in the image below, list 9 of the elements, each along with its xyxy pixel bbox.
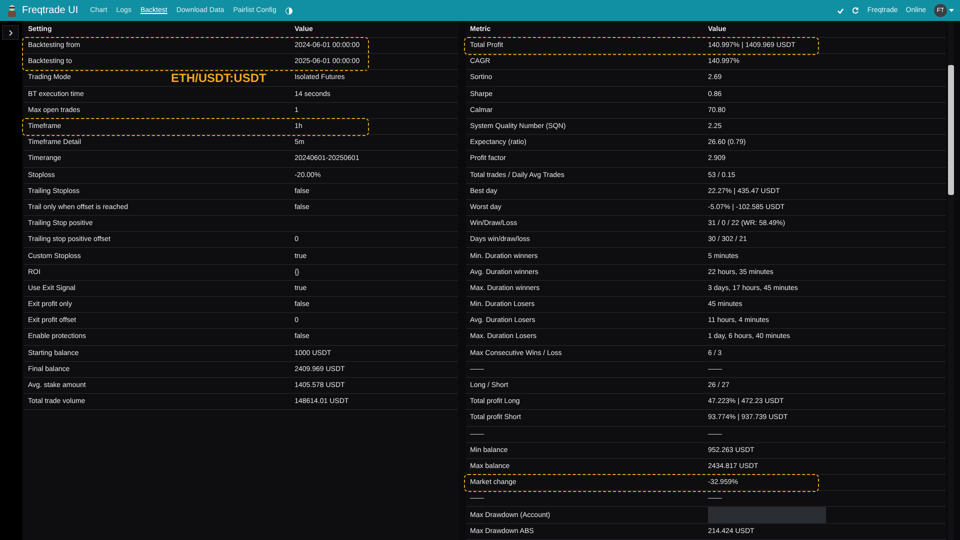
sidebar-toggle-button[interactable]	[2, 25, 19, 40]
caret-icon[interactable]	[949, 9, 954, 12]
theme-toggle-icon[interactable]	[285, 6, 294, 14]
check-icon[interactable]	[837, 8, 844, 14]
pair-annotation: ETH/USDT:USDT	[171, 71, 266, 85]
app-logo-icon[interactable]	[6, 4, 18, 18]
refresh-icon[interactable]	[852, 7, 860, 14]
app-title[interactable]: Freqtrade UI	[22, 5, 78, 16]
chevron-icon	[8, 30, 12, 36]
